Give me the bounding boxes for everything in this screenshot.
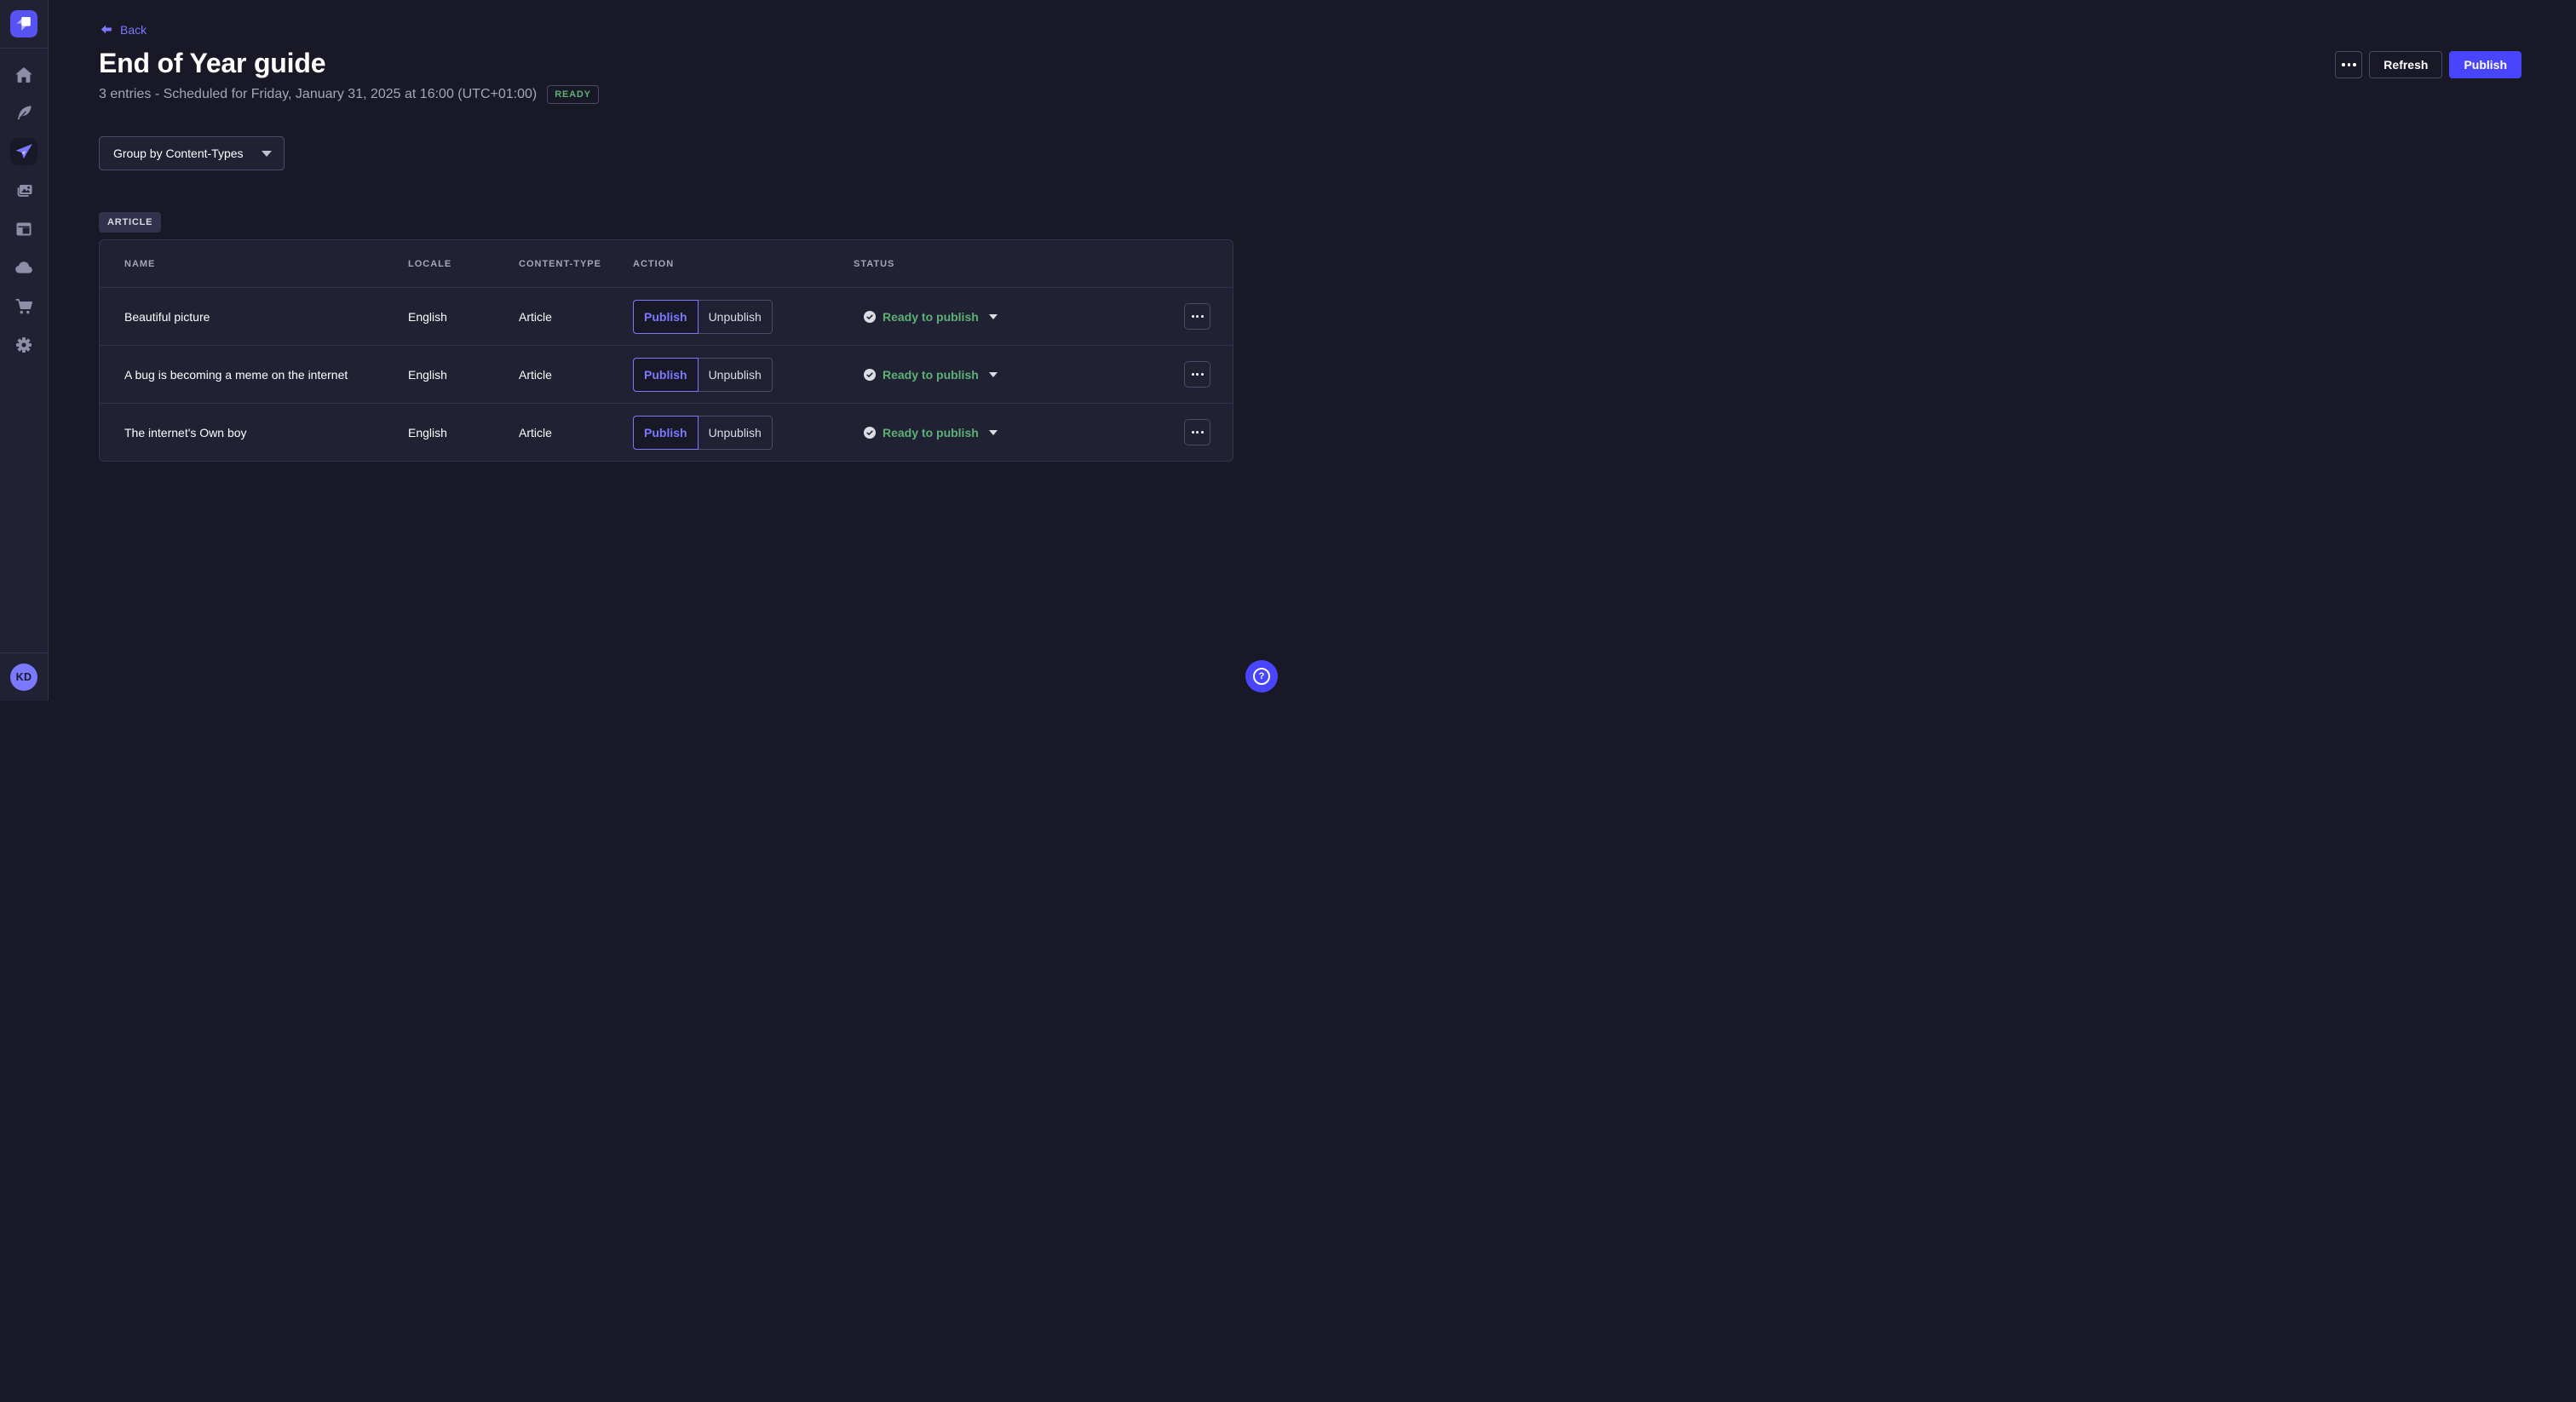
entries-table: NAME LOCALE CONTENT-TYPE ACTION STATUS B… [99, 239, 1233, 462]
entry-content-type: Article [519, 368, 633, 382]
gear-icon [14, 335, 34, 355]
column-header-name: NAME [124, 259, 408, 269]
unpublish-option-button[interactable]: Unpublish [699, 416, 773, 450]
sidebar-divider [0, 652, 48, 653]
entry-locale: English [408, 368, 519, 382]
release-meta: 3 entries - Scheduled for Friday, Januar… [99, 85, 599, 104]
entry-name: Beautiful picture [124, 310, 408, 324]
sidebar-item-media-library[interactable] [10, 177, 37, 204]
entry-locale: English [408, 310, 519, 324]
strapi-logo-icon [11, 11, 37, 37]
back-arrow-icon [99, 22, 113, 37]
cloud-icon [14, 257, 34, 278]
sidebar-item-marketplace[interactable] [10, 293, 37, 320]
sidebar-item-home[interactable] [10, 61, 37, 89]
feather-icon [14, 103, 34, 124]
table-header-row: NAME LOCALE CONTENT-TYPE ACTION STATUS [100, 240, 1233, 287]
publish-toggle: Publish Unpublish [633, 416, 854, 450]
entry-content-type: Article [519, 426, 633, 440]
check-circle-icon [864, 369, 876, 381]
header-actions: Refresh Publish [2335, 51, 2521, 78]
ellipsis-icon [2342, 63, 2356, 66]
sidebar-item-releases[interactable] [10, 138, 37, 165]
question-circle-icon: ? [1253, 668, 1270, 685]
page-title: End of Year guide [99, 48, 325, 78]
home-icon [14, 65, 34, 85]
sidebar: KD [0, 0, 49, 701]
entry-name: A bug is becoming a meme on the internet [124, 368, 408, 382]
status-dropdown[interactable]: Ready to publish [854, 368, 1156, 382]
back-label: Back [120, 23, 147, 37]
status-label: Ready to publish [883, 310, 979, 324]
release-summary: 3 entries - Scheduled for Friday, Januar… [99, 85, 537, 104]
back-link[interactable]: Back [99, 22, 147, 37]
help-button[interactable]: ? [1245, 660, 1278, 692]
sidebar-item-settings[interactable] [10, 331, 37, 359]
sidebar-item-deploy[interactable] [10, 254, 37, 281]
column-header-status: STATUS [854, 259, 1156, 269]
status-dropdown[interactable]: Ready to publish [854, 310, 1156, 324]
paper-plane-icon [14, 141, 34, 162]
row-actions-button[interactable] [1184, 303, 1210, 330]
status-label: Ready to publish [883, 426, 979, 440]
chevron-down-icon [262, 151, 272, 157]
status-dropdown[interactable]: Ready to publish [854, 426, 1156, 440]
sidebar-divider [0, 48, 48, 49]
check-circle-icon [864, 427, 876, 439]
strapi-logo[interactable] [10, 10, 37, 37]
content-type-group-badge: ARTICLE [99, 212, 161, 233]
row-actions-button[interactable] [1184, 419, 1210, 445]
check-circle-icon [864, 311, 876, 323]
sidebar-item-content-manager[interactable] [10, 100, 37, 127]
unpublish-option-button[interactable]: Unpublish [699, 358, 773, 392]
layout-icon [14, 219, 34, 239]
publish-option-button[interactable]: Publish [633, 358, 699, 392]
publish-toggle: Publish Unpublish [633, 300, 854, 334]
group-by-label: Group by Content-Types [113, 147, 244, 160]
sidebar-item-content-type-builder[interactable] [10, 215, 37, 243]
column-header-content-type: CONTENT-TYPE [519, 259, 633, 269]
publish-option-button[interactable]: Publish [633, 416, 699, 450]
ready-status-badge: READY [547, 85, 599, 104]
cart-icon [14, 296, 34, 317]
group-by-select[interactable]: Group by Content-Types [99, 136, 285, 170]
table-row: Beautiful picture English Article Publis… [100, 287, 1233, 345]
status-label: Ready to publish [883, 368, 979, 382]
column-header-action: ACTION [633, 259, 854, 269]
row-actions-button[interactable] [1184, 361, 1210, 388]
images-icon [14, 181, 34, 201]
chevron-down-icon [989, 314, 998, 319]
more-options-button[interactable] [2335, 51, 2362, 78]
entry-content-type: Article [519, 310, 633, 324]
chevron-down-icon [989, 430, 998, 435]
unpublish-option-button[interactable]: Unpublish [699, 300, 773, 334]
column-header-locale: LOCALE [408, 259, 519, 269]
entry-locale: English [408, 426, 519, 440]
publish-button[interactable]: Publish [2449, 51, 2521, 78]
entry-name: The internet's Own boy [124, 426, 408, 440]
user-avatar[interactable]: KD [10, 664, 37, 691]
publish-toggle: Publish Unpublish [633, 358, 854, 392]
chevron-down-icon [989, 372, 998, 377]
table-row: A bug is becoming a meme on the internet… [100, 345, 1233, 403]
table-row: The internet's Own boy English Article P… [100, 403, 1233, 461]
refresh-button[interactable]: Refresh [2369, 51, 2442, 78]
publish-option-button[interactable]: Publish [633, 300, 699, 334]
